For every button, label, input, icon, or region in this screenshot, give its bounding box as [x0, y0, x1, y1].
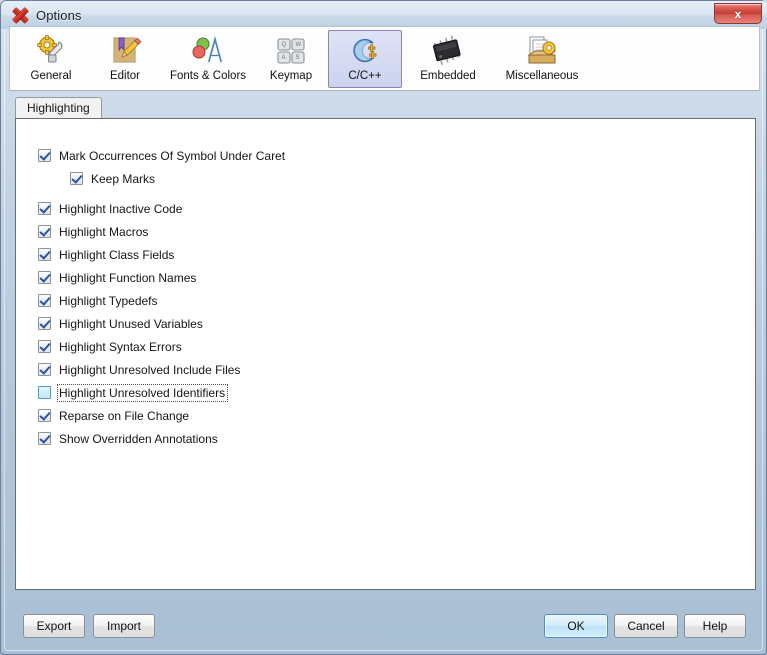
option-checkbox[interactable]	[38, 294, 51, 307]
toolbar-item-fonts-and-colors[interactable]: Fonts & Colors	[162, 30, 254, 88]
notebook-pencil-icon	[108, 35, 142, 67]
option-row[interactable]: Keep Marks	[38, 167, 287, 190]
toolbar-item-miscellaneous[interactable]: Miscellaneous	[494, 30, 590, 88]
toolbar-item-label: General	[30, 70, 72, 82]
documents-gear-icon	[525, 35, 559, 67]
option-checkbox[interactable]	[38, 432, 51, 445]
red-x-icon	[11, 6, 29, 24]
option-label: Reparse on File Change	[59, 408, 190, 423]
ok-button[interactable]: OK	[544, 614, 608, 638]
chip-icon	[431, 35, 465, 67]
option-row[interactable]: Highlight Unused Variables	[38, 312, 287, 335]
option-row[interactable]: Highlight Typedefs	[38, 289, 287, 312]
highlighting-panel: Mark Occurrences Of Symbol Under Caret Ke…	[15, 118, 756, 590]
option-label: Highlight Typedefs	[59, 293, 158, 308]
option-row[interactable]: Highlight Unresolved Include Files	[38, 358, 287, 381]
close-button[interactable]: x	[714, 3, 762, 24]
option-label: Highlight Unused Variables	[59, 316, 203, 331]
option-checkbox[interactable]	[38, 271, 51, 284]
option-checkbox[interactable]	[38, 248, 51, 261]
keyboard-keys-icon: Q W A S	[274, 35, 308, 67]
options-window: Options x General Editor Fonts & Colors …	[0, 0, 767, 655]
option-row[interactable]: Highlight Macros	[38, 220, 287, 243]
category-toolbar: General Editor Fonts & Colors Q W A S Ke…	[9, 26, 760, 91]
option-label: Show Overridden Annotations	[59, 431, 218, 446]
toolbar-item-embedded[interactable]: Embedded	[402, 30, 494, 88]
toolbar-item-label: Keymap	[269, 70, 313, 82]
tab-highlighting[interactable]: Highlighting	[15, 97, 102, 119]
option-checkbox[interactable]	[38, 149, 51, 162]
option-label: Highlight Unresolved Identifiers	[56, 383, 229, 402]
toolbar-item-label: Miscellaneous	[505, 70, 579, 82]
option-label: Highlight Macros	[59, 224, 149, 239]
option-row[interactable]: Highlight Unresolved Identifiers	[38, 381, 287, 404]
export-button[interactable]: Export	[23, 614, 85, 638]
option-row[interactable]: Reparse on File Change	[38, 404, 287, 427]
toolbar-item-label: Embedded	[420, 70, 476, 82]
svg-text:S: S	[296, 55, 300, 61]
toolbar-item-label: Fonts & Colors	[169, 70, 247, 82]
svg-text:A: A	[282, 55, 286, 61]
option-row[interactable]: Show Overridden Annotations	[38, 427, 287, 450]
svg-text:W: W	[296, 42, 302, 48]
tab-strip: Highlighting	[15, 97, 756, 119]
import-button[interactable]: Import	[93, 614, 155, 638]
option-checkbox[interactable]	[38, 317, 51, 330]
svg-text:Q: Q	[282, 42, 287, 48]
option-checkbox[interactable]	[38, 225, 51, 238]
gear-wrench-icon	[34, 35, 68, 67]
option-row[interactable]: Highlight Inactive Code	[38, 197, 287, 220]
option-label: Highlight Function Names	[59, 270, 197, 285]
option-row[interactable]: Highlight Function Names	[38, 266, 287, 289]
option-label: Highlight Inactive Code	[59, 201, 183, 216]
option-label: Highlight Syntax Errors	[59, 339, 182, 354]
toolbar-item-label: Editor	[109, 70, 141, 82]
option-label: Keep Marks	[91, 171, 156, 186]
title-bar: Options x	[1, 1, 767, 29]
toolbar-item-general[interactable]: General	[14, 30, 88, 88]
option-checkbox[interactable]	[38, 409, 51, 422]
c-plus-plus-icon	[348, 35, 382, 67]
option-label: Mark Occurrences Of Symbol Under Caret	[59, 148, 286, 163]
options-checkbox-list: Mark Occurrences Of Symbol Under Caret Ke…	[38, 144, 287, 450]
toolbar-item-keymap[interactable]: Q W A S Keymap	[254, 30, 328, 88]
option-checkbox[interactable]	[38, 202, 51, 215]
toolbar-item-c-cpp[interactable]: C/C++	[328, 30, 402, 88]
option-checkbox[interactable]	[38, 386, 51, 399]
toolbar-item-label: C/C++	[348, 70, 382, 82]
cancel-button[interactable]: Cancel	[614, 614, 678, 638]
toolbar-item-editor[interactable]: Editor	[88, 30, 162, 88]
option-row[interactable]: Highlight Syntax Errors	[38, 335, 287, 358]
option-row[interactable]: Mark Occurrences Of Symbol Under Caret	[38, 144, 287, 167]
option-label: Highlight Unresolved Include Files	[59, 362, 241, 377]
window-title: Options	[36, 7, 82, 23]
option-checkbox[interactable]	[70, 172, 83, 185]
option-label: Highlight Class Fields	[59, 247, 175, 262]
option-checkbox[interactable]	[38, 363, 51, 376]
option-row[interactable]: Highlight Class Fields	[38, 243, 287, 266]
font-palette-icon	[191, 35, 225, 67]
help-button[interactable]: Help	[684, 614, 746, 638]
option-checkbox[interactable]	[38, 340, 51, 353]
